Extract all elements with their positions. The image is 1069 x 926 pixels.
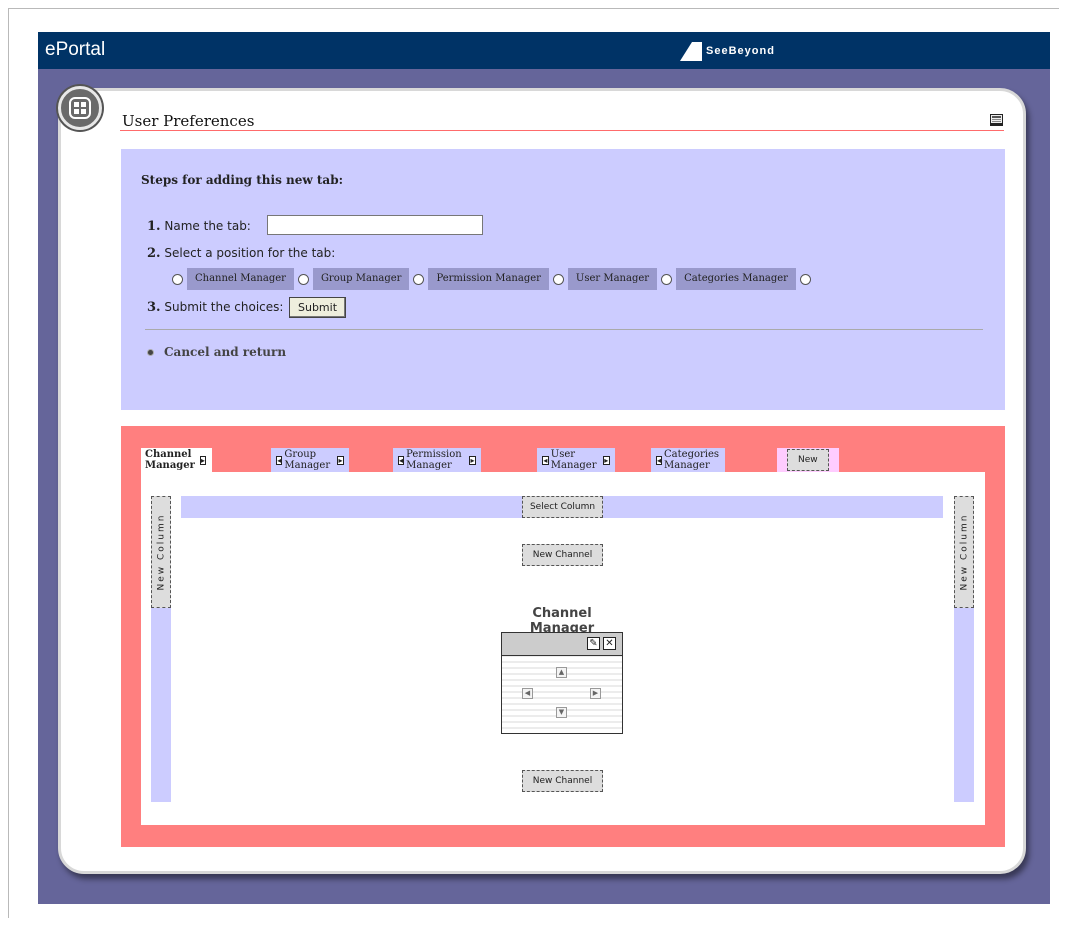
step-3-label: Submit the choices:: [164, 300, 284, 314]
position-label: User Manager: [567, 268, 658, 290]
channel-header: ✎ ✕: [502, 633, 622, 656]
move-left-icon[interactable]: ◂: [276, 455, 283, 465]
frame-left-line: [8, 8, 9, 918]
new-column-label: New Column: [156, 513, 166, 591]
close-icon[interactable]: ✕: [603, 637, 616, 650]
position-radio[interactable]: [297, 273, 309, 285]
edit-icon[interactable]: ✎: [587, 637, 600, 650]
cancel-link[interactable]: Cancel and return: [147, 345, 286, 359]
top-bar: ePortal SeeBeyond: [38, 32, 1050, 69]
cancel-label: Cancel and return: [164, 345, 287, 359]
tab-permission-manager[interactable]: ◂ Permission Manager ▸: [393, 448, 481, 472]
move-right-icon[interactable]: ▸: [469, 455, 476, 465]
move-down-icon[interactable]: ▼: [556, 707, 567, 718]
frame-top-line: [8, 8, 1059, 9]
move-left-icon[interactable]: ◂: [656, 455, 663, 465]
new-column-button-right[interactable]: New Column: [954, 496, 974, 608]
position-selector: Channel Manager Group Manager Permission…: [168, 268, 815, 290]
tab-label: Channel Manager: [145, 449, 195, 471]
move-right-icon[interactable]: ▸: [337, 455, 344, 465]
step-2: 2. Select a position for the tab:: [147, 246, 335, 261]
tab-group-manager[interactable]: ◂ Group Manager ▸: [271, 448, 349, 472]
tab-label: Permission Manager: [406, 449, 462, 471]
step-3-number: 3.: [147, 300, 161, 315]
left-column-strip: New Column: [151, 496, 171, 802]
tab-user-manager[interactable]: ◂ User Manager ▸: [537, 448, 615, 472]
tab-label: Group Manager: [284, 449, 331, 471]
new-column-label: New Column: [959, 513, 969, 591]
steps-panel: Steps for adding this new tab: 1. Name t…: [121, 149, 1005, 410]
tab-label: Categories Manager: [664, 449, 720, 471]
tab-name-input[interactable]: [267, 215, 483, 235]
step-2-label: Select a position for the tab:: [164, 246, 336, 260]
move-right-icon[interactable]: ▸: [199, 455, 206, 465]
menu-button[interactable]: [58, 86, 102, 130]
brand-text: SeeBeyond: [706, 45, 775, 57]
position-label: Permission Manager: [428, 268, 549, 290]
position-radio[interactable]: [799, 273, 811, 285]
brand-logo: SeeBeyond: [678, 40, 775, 62]
page-title: User Preferences: [122, 112, 255, 130]
new-tab-slot: New Tab: [777, 448, 839, 485]
move-left-icon[interactable]: ◂: [542, 455, 549, 465]
tab-channel-manager[interactable]: Channel Manager ▸: [141, 448, 212, 472]
layout-editor: Channel Manager ▸ ◂ Group Manager ▸ ◂ Pe…: [121, 426, 1005, 847]
grid-icon: [69, 97, 91, 119]
move-left-icon[interactable]: ◂: [398, 455, 405, 465]
portal-window: ePortal SeeBeyond User Preferences Steps…: [38, 32, 1050, 904]
new-channel-button-top[interactable]: New Channel: [522, 544, 603, 566]
position-radio[interactable]: [413, 273, 425, 285]
move-up-icon[interactable]: ▲: [556, 667, 567, 678]
position-radio[interactable]: [552, 273, 564, 285]
steps-divider: [145, 329, 983, 330]
new-tab-button[interactable]: New Tab: [787, 449, 829, 485]
title-rule: [120, 130, 1004, 131]
step-1-label: Name the tab:: [164, 219, 251, 233]
position-label: Group Manager: [312, 268, 410, 290]
tab-content-panel: New Column New Column Select Column New …: [141, 472, 985, 825]
window-icon[interactable]: [990, 114, 1003, 126]
position-radio[interactable]: [172, 273, 183, 285]
move-right-icon[interactable]: ▶: [590, 688, 601, 699]
position-radio[interactable]: [661, 273, 673, 285]
step-1-number: 1.: [147, 219, 161, 234]
steps-heading: Steps for adding this new tab:: [141, 173, 344, 187]
position-label: Categories Manager: [676, 268, 796, 290]
right-column-strip: New Column: [954, 496, 974, 802]
step-2-number: 2.: [147, 246, 161, 261]
step-1: 1. Name the tab:: [147, 219, 251, 234]
move-left-icon[interactable]: ◀: [522, 688, 533, 699]
tab-label: User Manager: [550, 449, 597, 471]
new-column-button-left[interactable]: New Column: [151, 496, 171, 608]
submit-button[interactable]: Submit: [289, 297, 347, 318]
bullet-icon: [147, 348, 154, 356]
app-title: ePortal: [45, 39, 106, 60]
tab-categories-manager[interactable]: ◂ Categories Manager: [651, 448, 725, 472]
move-right-icon[interactable]: ▸: [602, 455, 610, 465]
seebeyond-swoosh-icon: [680, 42, 702, 61]
new-channel-button-bottom[interactable]: New Channel: [522, 770, 603, 792]
position-label: Channel Manager: [187, 268, 294, 290]
step-3: 3. Submit the choices:: [147, 300, 283, 315]
select-column-button[interactable]: Select Column: [522, 496, 603, 518]
channel-box: ✎ ✕ ▲ ◀ ▶ ▼: [501, 632, 623, 734]
